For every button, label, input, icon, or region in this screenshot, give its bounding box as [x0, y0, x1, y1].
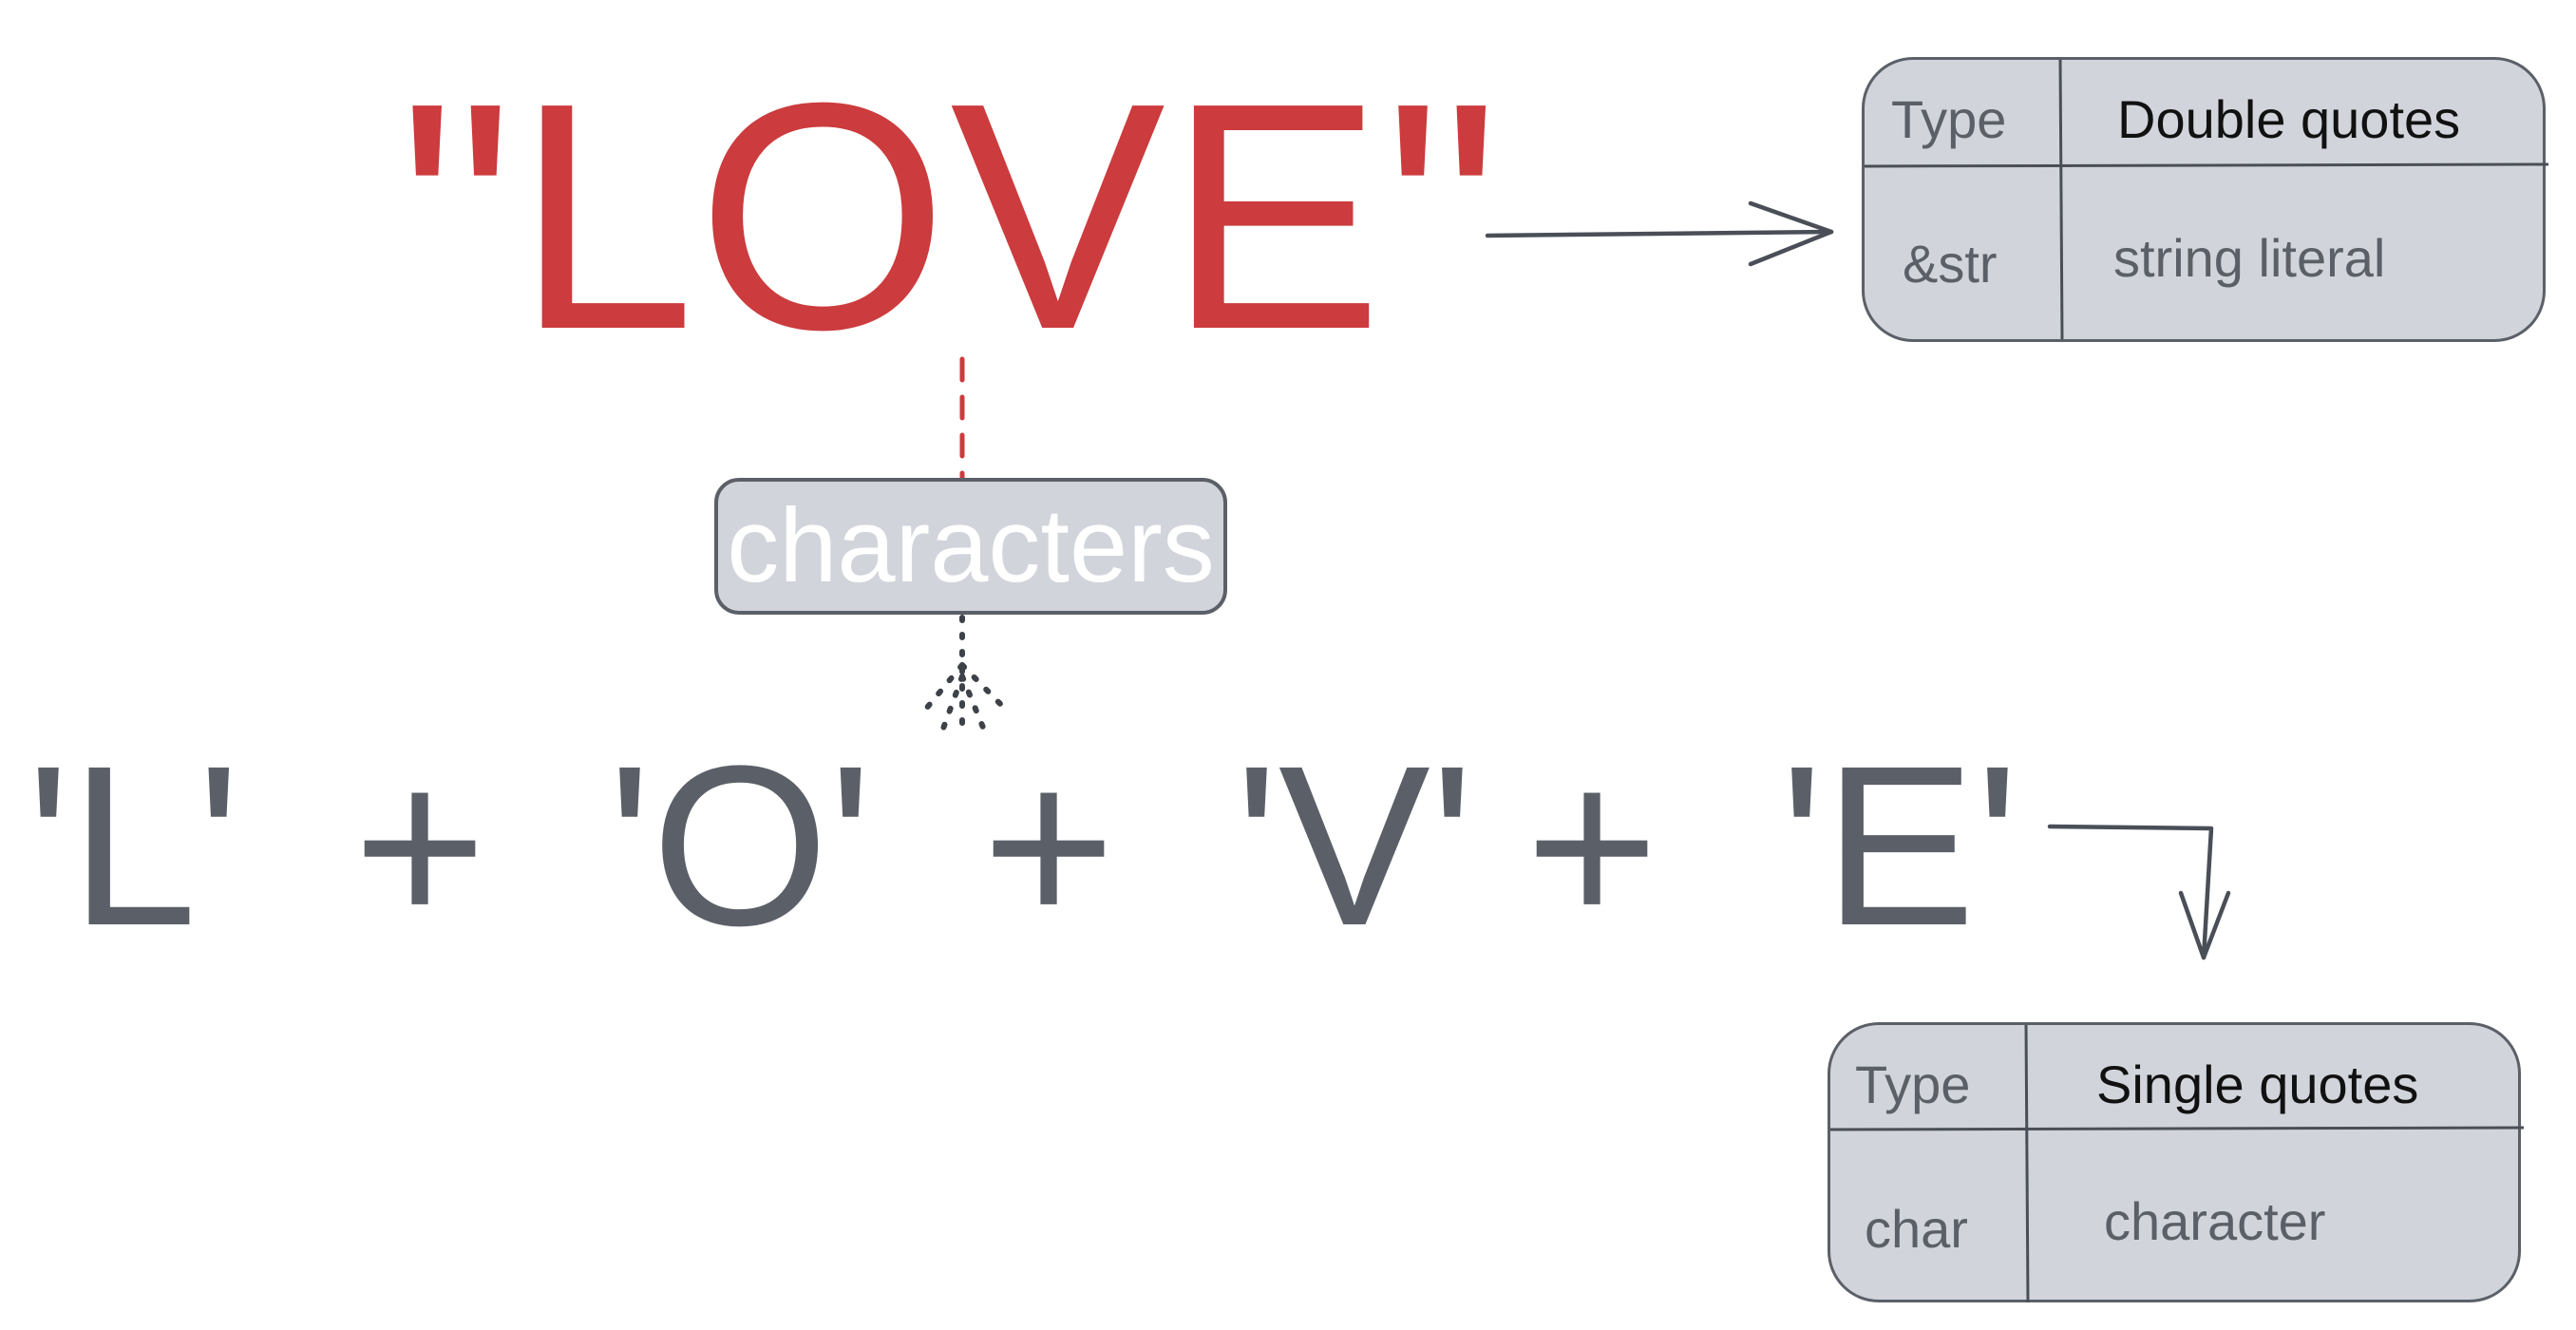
string-card-header-key: Type	[1891, 89, 2007, 149]
love-string-literal: "LOVE"	[399, 36, 1502, 397]
char-literal-e: 'E'	[1780, 718, 2019, 973]
string-type-card: Type Double quotes &str string literal	[1862, 57, 2548, 342]
char-literal-l: 'L'	[27, 718, 241, 973]
char-literal-v: 'V'	[1235, 718, 1474, 973]
string-card-description: string literal	[2113, 228, 2386, 288]
arrow-to-string-card	[1485, 200, 1834, 267]
arrow-to-char-card	[2047, 824, 2231, 960]
plus-operator: +	[353, 718, 487, 973]
characters-chip: characters	[714, 478, 1227, 615]
char-card-header-value: Single quotes	[2096, 1054, 2419, 1114]
string-card-type-name: &str	[1903, 234, 1998, 294]
char-type-card: Type Single quotes char character	[1828, 1022, 2524, 1303]
char-literal-o: 'O'	[608, 718, 873, 973]
char-card-description: character	[2104, 1191, 2326, 1251]
characters-chip-label: characters	[727, 487, 1215, 604]
string-card-header-value: Double quotes	[2117, 89, 2461, 149]
plus-operator: +	[982, 718, 1116, 973]
char-card-type-name: char	[1865, 1199, 1968, 1259]
char-card-header-key: Type	[1855, 1054, 1971, 1114]
plus-operator: +	[1525, 718, 1659, 973]
